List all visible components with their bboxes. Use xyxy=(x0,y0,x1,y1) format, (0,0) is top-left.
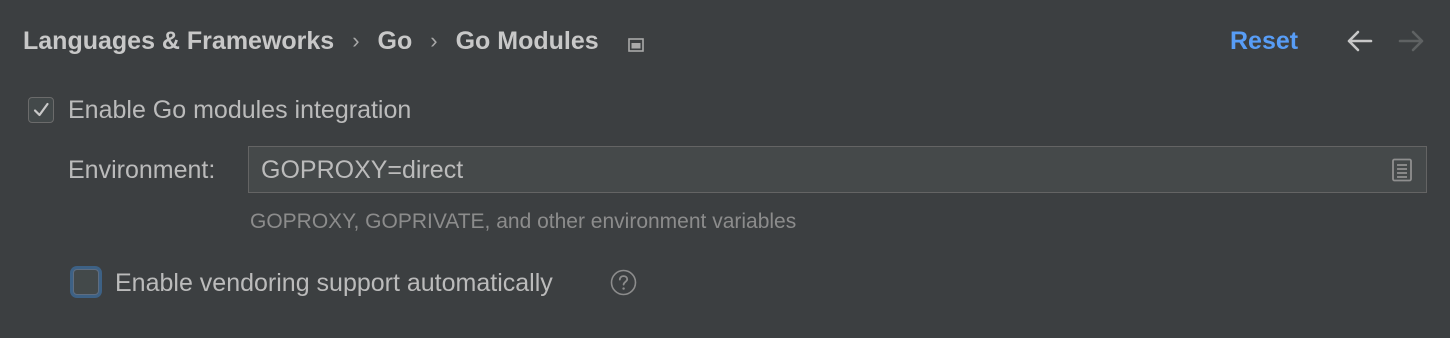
environment-field[interactable]: GOPROXY=direct xyxy=(248,146,1427,193)
breadcrumb-separator: › xyxy=(430,28,438,53)
enable-vendoring-label[interactable]: Enable vendoring support automatically xyxy=(115,268,553,298)
breadcrumb-item-languages-frameworks[interactable]: Languages & Frameworks xyxy=(23,27,334,56)
enable-go-modules-checkbox[interactable] xyxy=(28,97,54,123)
enable-go-modules-label[interactable]: Enable Go modules integration xyxy=(68,95,411,125)
project-scope-icon xyxy=(627,32,645,52)
environment-hint: GOPROXY, GOPRIVATE, and other environmen… xyxy=(250,210,797,233)
breadcrumb-separator: › xyxy=(352,28,360,53)
breadcrumb: Languages & Frameworks › Go › Go Modules xyxy=(23,24,645,58)
checkmark-icon xyxy=(33,102,49,117)
enable-vendoring-checkbox[interactable] xyxy=(73,269,99,295)
question-circle-icon[interactable] xyxy=(610,269,637,296)
arrow-left-icon[interactable] xyxy=(1345,28,1373,54)
expand-field-icon[interactable] xyxy=(1391,158,1413,182)
breadcrumb-item-go[interactable]: Go xyxy=(378,27,413,56)
page-title: Go Modules xyxy=(455,26,599,55)
arrow-right-icon[interactable] xyxy=(1398,28,1426,54)
reset-link[interactable]: Reset xyxy=(1230,24,1298,58)
environment-label: Environment: xyxy=(68,156,216,184)
environment-value[interactable]: GOPROXY=direct xyxy=(261,155,463,185)
